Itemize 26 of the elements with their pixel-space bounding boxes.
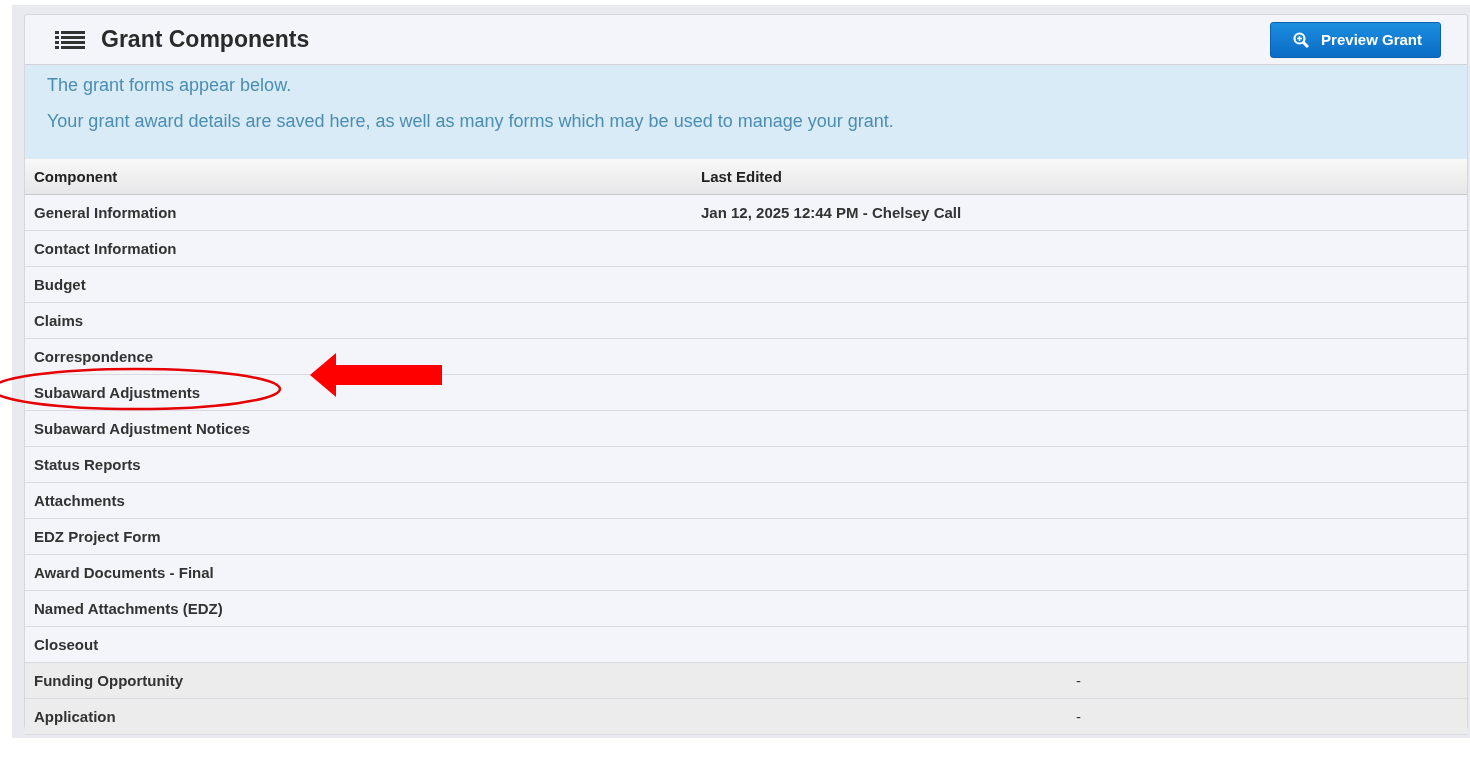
panel-title: Grant Components <box>101 26 310 53</box>
table-cell: - <box>1076 708 1081 725</box>
arrow-icon <box>310 353 442 397</box>
preview-grant-button[interactable]: Preview Grant <box>1270 21 1441 58</box>
component-link[interactable]: Attachments <box>34 492 125 509</box>
info-text: Your grant award details are saved here, as well as many forms which may be used to manage your grant. <box>47 111 895 132</box>
component-link[interactable]: Named Attachments (EDZ) <box>34 600 223 617</box>
list-icon <box>55 29 85 50</box>
component-link[interactable]: General Information <box>34 204 177 221</box>
component-link[interactable]: Claims <box>34 312 84 329</box>
component-link[interactable]: Subaward Adjustment Notices <box>34 420 251 437</box>
column-header: Component <box>34 168 118 185</box>
component-link[interactable]: Application <box>34 708 116 725</box>
component-link[interactable]: Closeout <box>34 636 99 653</box>
component-link[interactable]: Correspondence <box>34 348 154 365</box>
table-cell: - <box>1076 672 1081 689</box>
component-link[interactable]: Funding Opportunity <box>34 672 184 689</box>
column-header: Last Edited <box>701 168 782 185</box>
component-link[interactable]: Budget <box>34 276 86 293</box>
component-link[interactable]: EDZ Project Form <box>34 528 161 545</box>
table-cell: Jan 12, 2025 12:44 PM - Chelsey Call <box>701 204 962 221</box>
component-link[interactable]: Status Reports <box>34 456 141 473</box>
zoom-in-icon <box>1293 31 1310 48</box>
component-link[interactable]: Contact Information <box>34 240 177 257</box>
info-text: The grant forms appear below. <box>47 75 293 96</box>
component-link[interactable]: Award Documents - Final <box>34 564 214 581</box>
